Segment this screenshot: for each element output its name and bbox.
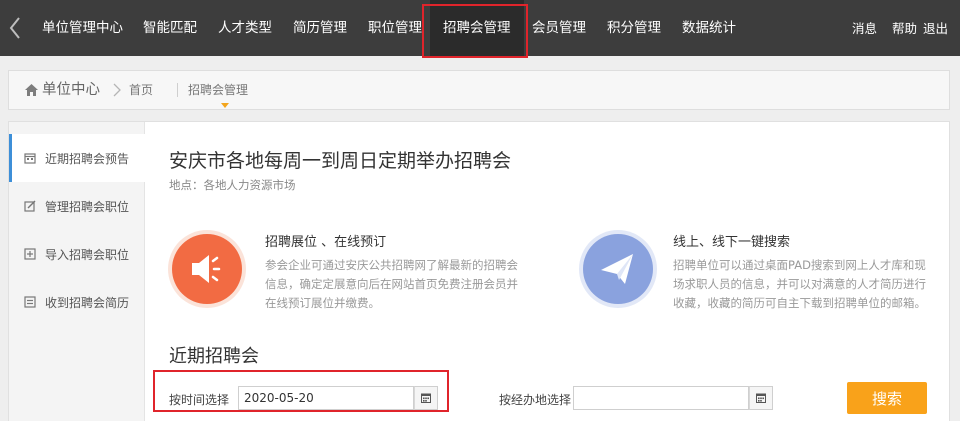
breadcrumb-item-job-fair[interactable]: 招聘会管理 [188, 71, 248, 109]
place-input[interactable] [573, 386, 749, 410]
breadcrumb-home-label: 单位中心 [42, 82, 100, 98]
search-button[interactable]: 搜索 [847, 382, 927, 414]
edit-icon [23, 199, 37, 213]
place-filter-label: 按经办地选择 [499, 393, 572, 407]
sidebar-item-label: 近期招聘会预告 [45, 151, 130, 166]
chevron-left-icon [9, 17, 20, 39]
section-title: 近期招聘会 [169, 346, 259, 367]
nav-item-smart-match[interactable]: 智能匹配 [143, 0, 197, 56]
nav-item-data-stats[interactable]: 数据统计 [682, 0, 736, 56]
feature-title: 线上、线下一键搜索 [673, 235, 791, 250]
feature-icon-circle [583, 234, 653, 304]
nav-item-job-manage[interactable]: 职位管理 [368, 0, 422, 56]
calendar-icon [23, 151, 37, 165]
main-panel: 近期招聘会预告 管理招聘会职位 导入招聘会职位 收到招聘会简历 安庆市各地每周一… [8, 121, 950, 421]
paper-plane-icon [601, 254, 633, 284]
time-filter-label: 按时间选择 [169, 393, 230, 407]
import-icon [23, 247, 37, 261]
nav-item-resume-manage[interactable]: 简历管理 [293, 0, 347, 56]
breadcrumb-divider [177, 83, 178, 97]
breadcrumb: 单位中心 首页 招聘会管理 [8, 70, 950, 110]
feature-description: 参会企业可通过安庆公共招聘网了解最新的招聘会信息，确定定展意向后在网站首页免费注… [265, 258, 518, 310]
sidebar-item-label: 导入招聘会职位 [45, 247, 130, 262]
chevron-right-icon [113, 83, 121, 97]
feature-icon-circle [172, 234, 242, 304]
sidebar-item-label: 收到招聘会简历 [45, 295, 130, 310]
sidebar-item-received-resumes[interactable]: 收到招聘会简历 [9, 278, 145, 326]
nav-item-points-manage[interactable]: 积分管理 [607, 0, 661, 56]
nav-item-unit-center[interactable]: 单位管理中心 [42, 0, 123, 56]
sidebar-item-recent-fairs[interactable]: 近期招聘会预告 [9, 134, 146, 182]
date-picker-button[interactable] [414, 386, 438, 410]
messages-link[interactable]: 消息 [852, 0, 877, 56]
place-picker-button[interactable] [749, 386, 773, 410]
sidebar-item-label: 管理招聘会职位 [45, 199, 130, 214]
breadcrumb-home[interactable]: 单位中心 [25, 71, 100, 109]
back-button[interactable] [6, 14, 24, 42]
nav-item-job-fair-manage[interactable]: 招聘会管理 [430, 0, 524, 56]
nav-item-member-manage[interactable]: 会员管理 [532, 0, 586, 56]
page-title: 安庆市各地每周一到周日定期举办招聘会 [169, 150, 512, 172]
sidebar-item-manage-positions[interactable]: 管理招聘会职位 [9, 182, 145, 230]
date-input[interactable] [238, 386, 414, 410]
calendar-icon [421, 393, 431, 403]
document-icon [23, 295, 37, 309]
feature-title: 招聘展位 、在线预订 [265, 235, 387, 250]
sidebar: 近期招聘会预告 管理招聘会职位 导入招聘会职位 收到招聘会简历 [9, 122, 146, 421]
home-icon [25, 84, 38, 96]
top-navigation-bar: 单位管理中心 智能匹配 人才类型 简历管理 职位管理 招聘会管理 会员管理 积分… [0, 0, 960, 56]
help-link[interactable]: 帮助 [892, 0, 917, 56]
location-text: 地点：各地人力资源市场 [169, 178, 296, 192]
nav-item-talent-type[interactable]: 人才类型 [218, 0, 272, 56]
breadcrumb-item-home[interactable]: 首页 [129, 71, 153, 109]
logout-link[interactable]: 退出 [923, 0, 948, 56]
active-indicator-icon [221, 103, 229, 108]
calendar-icon [756, 393, 766, 403]
feature-description: 招聘单位可以通过桌面PAD搜索到网上人才库和现场求职人员的信息，并可以对满意的人… [673, 258, 926, 310]
megaphone-icon [192, 255, 221, 283]
nav-item-job-fair-label: 招聘会管理 [443, 20, 511, 36]
sidebar-item-import-positions[interactable]: 导入招聘会职位 [9, 230, 145, 278]
